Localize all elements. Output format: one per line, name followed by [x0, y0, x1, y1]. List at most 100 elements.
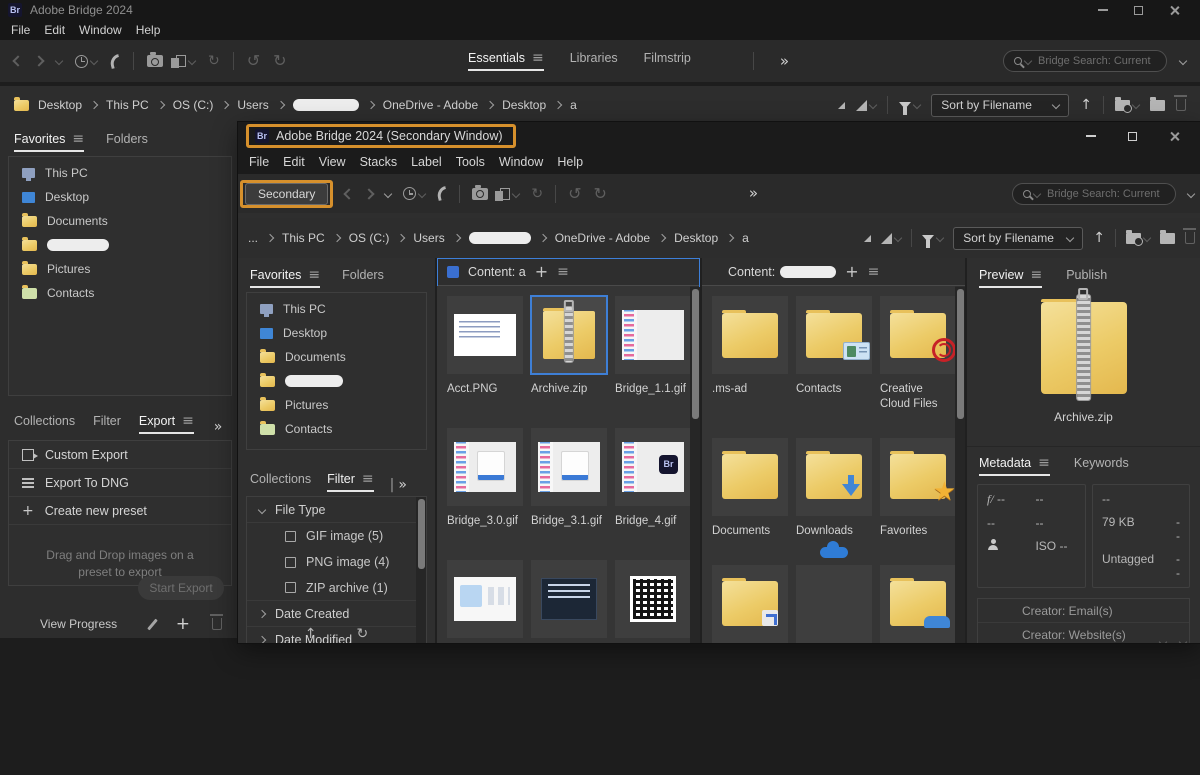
filter-button[interactable]: [922, 235, 943, 242]
filter-button[interactable]: [899, 102, 920, 109]
breadcrumb-os-c[interactable]: OS (C:): [173, 98, 214, 112]
menu-file[interactable]: File: [242, 155, 276, 169]
filter-option-gif[interactable]: GIF image (5): [247, 523, 426, 549]
breadcrumb-overflow[interactable]: ...: [248, 231, 258, 245]
panel-collapse-icon[interactable]: [214, 420, 223, 434]
menu-tools[interactable]: Tools: [449, 155, 492, 169]
import-from-camera-icon[interactable]: [147, 55, 163, 67]
folder-tile-favorites[interactable]: Favorites: [880, 438, 955, 539]
tab-preview[interactable]: Preview: [979, 268, 1042, 288]
folder-tile-contacts[interactable]: Contacts: [796, 296, 872, 412]
sidebar-item-documents[interactable]: Documents: [247, 345, 426, 369]
recent-files-button[interactable]: [403, 187, 425, 200]
panel-menu-icon[interactable]: [72, 132, 84, 146]
undo-icon[interactable]: [568, 186, 581, 202]
minimize-button[interactable]: [1098, 9, 1108, 11]
scrollbar-thumb[interactable]: [957, 289, 964, 419]
secondary-workspace-button[interactable]: Secondary: [245, 183, 328, 205]
tab-favorites[interactable]: Favorites: [250, 268, 320, 288]
menu-help[interactable]: Help: [129, 23, 168, 37]
redo-icon[interactable]: [594, 186, 607, 202]
boomerang-icon[interactable]: [436, 186, 449, 201]
filter-option-zip[interactable]: ZIP archive (1): [247, 575, 426, 601]
undo-icon[interactable]: [247, 53, 260, 69]
copy-files-button[interactable]: [500, 188, 519, 200]
file-tile-partial-1[interactable]: [447, 560, 523, 643]
bridge-search-box[interactable]: [1012, 183, 1176, 205]
filter-group-date-created[interactable]: Date Created: [247, 601, 426, 627]
back-icon[interactable]: [12, 55, 23, 66]
more-workspaces-icon[interactable]: [749, 186, 758, 201]
sidebar-item-pictures[interactable]: Pictures: [9, 257, 231, 281]
tab-filmstrip[interactable]: Filmstrip: [644, 51, 691, 71]
sidebar-item-desktop[interactable]: Desktop: [9, 185, 231, 209]
breadcrumb-os-c[interactable]: OS (C:): [349, 231, 390, 245]
file-tile-bridge-3-0[interactable]: Bridge_3.0.gif: [447, 428, 523, 534]
menu-help[interactable]: Help: [550, 155, 590, 169]
checkbox[interactable]: [285, 557, 296, 568]
content-a-scrollbar[interactable]: [690, 287, 700, 643]
forward-icon[interactable]: [33, 55, 44, 66]
scrollbar-thumb[interactable]: [692, 289, 699, 419]
add-content-pane-icon[interactable]: [845, 264, 858, 280]
tab-export[interactable]: Export: [139, 414, 194, 434]
add-content-pane-icon[interactable]: [535, 264, 548, 280]
tab-libraries[interactable]: Libraries: [570, 51, 618, 71]
filter-group-file-type[interactable]: File Type: [247, 497, 426, 523]
sidebar-item-contacts[interactable]: Contacts: [247, 417, 426, 441]
panel-menu-icon[interactable]: [557, 265, 569, 279]
filter-scrollbar[interactable]: [416, 497, 426, 643]
breadcrumb-users[interactable]: Users: [237, 98, 268, 112]
breadcrumb-a[interactable]: a: [742, 231, 749, 245]
delete-icon[interactable]: [1185, 232, 1195, 244]
search-input[interactable]: [1047, 188, 1165, 200]
delete-icon[interactable]: [1176, 99, 1186, 111]
breadcrumb-this-pc[interactable]: This PC: [106, 98, 149, 112]
tab-favorites[interactable]: Favorites: [14, 132, 84, 152]
recent-folders-button[interactable]: [1115, 100, 1139, 111]
tab-collections[interactable]: Collections: [250, 472, 311, 492]
more-workspaces-icon[interactable]: [780, 54, 789, 69]
breadcrumb-desktop[interactable]: Desktop: [674, 231, 718, 245]
menu-edit[interactable]: Edit: [37, 23, 72, 37]
tab-collections[interactable]: Collections: [14, 414, 75, 434]
folder-tile-partial-1[interactable]: [712, 565, 788, 643]
menu-window[interactable]: Window: [72, 23, 129, 37]
delete-preset-icon[interactable]: [212, 618, 222, 630]
chevron-down-icon[interactable]: [1159, 638, 1167, 643]
folder-tile-ms-ad[interactable]: .ms-ad: [712, 296, 788, 412]
boomerang-icon[interactable]: [109, 53, 122, 68]
breadcrumb-users[interactable]: Users: [413, 231, 444, 245]
custom-export-item[interactable]: Custom Export: [9, 441, 231, 469]
redo-icon[interactable]: [273, 53, 286, 69]
edit-preset-icon[interactable]: [147, 618, 158, 630]
clear-filter-icon[interactable]: [357, 627, 369, 643]
thumbnail-size-button[interactable]: [881, 233, 901, 244]
field-creator-website[interactable]: Creator: Website(s): [978, 623, 1189, 643]
breadcrumb-this-pc[interactable]: This PC: [282, 231, 325, 245]
content-b-scrollbar[interactable]: [955, 287, 965, 643]
sort-ascending-icon[interactable]: [1093, 231, 1105, 245]
add-preset-icon[interactable]: [176, 616, 190, 633]
file-tile-partial-2[interactable]: [531, 560, 607, 643]
panel-menu-icon[interactable]: [182, 414, 194, 428]
breadcrumb-a[interactable]: a: [570, 98, 577, 112]
folder-tile-downloads[interactable]: Downloads: [796, 438, 872, 539]
forward-icon[interactable]: [364, 188, 375, 199]
view-progress-label[interactable]: View Progress: [40, 617, 117, 631]
tab-metadata[interactable]: Metadata: [979, 456, 1050, 476]
sidebar-item-this-pc[interactable]: This PC: [247, 297, 426, 321]
folder-tile-partial-onedrive[interactable]: [796, 565, 872, 643]
sort-dropdown[interactable]: Sort by Filename: [953, 227, 1083, 250]
breadcrumb-desktop-2[interactable]: Desktop: [502, 98, 546, 112]
sidebar-item-contacts[interactable]: Contacts: [9, 281, 231, 305]
sidebar-item-redacted[interactable]: [9, 233, 231, 257]
sidebar-item-pictures[interactable]: Pictures: [247, 393, 426, 417]
close-button[interactable]: [1169, 5, 1180, 16]
new-folder-icon[interactable]: [1160, 233, 1175, 244]
thumbnail-smaller-icon[interactable]: [864, 235, 871, 242]
close-button[interactable]: [1169, 131, 1180, 142]
create-new-preset-item[interactable]: Create new preset: [9, 497, 231, 525]
tab-folders[interactable]: Folders: [106, 132, 148, 152]
menu-stacks[interactable]: Stacks: [353, 155, 405, 169]
